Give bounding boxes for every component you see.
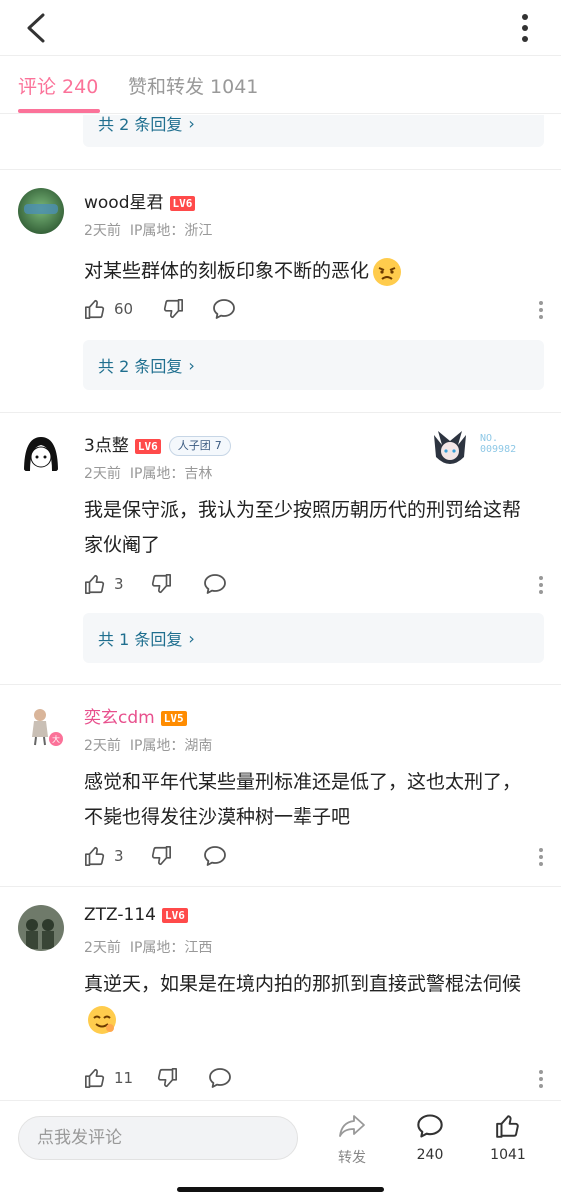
like-button[interactable]: 3	[84, 573, 124, 595]
like-count: 3	[114, 575, 124, 593]
thumbs-up-icon	[85, 299, 105, 319]
tab-likes-reposts[interactable]: 赞和转发 1041	[128, 72, 258, 99]
thumbs-up-icon	[85, 1068, 105, 1088]
fan-group-badge[interactable]: 人子团 7	[168, 436, 231, 456]
replies-label: 共 2 条回复	[98, 115, 183, 134]
tab-bar: 评论 240 赞和转发 1041	[0, 56, 561, 114]
comment-item: 大 奕玄cdm LV5 2天前 IP属地：湖南 感觉和平年代某些量刑标准还是低了，…	[0, 685, 561, 886]
replies-link[interactable]: 共 2 条回复 ›	[83, 340, 544, 390]
fan-number-badge: NO. 009982	[428, 427, 528, 467]
comment-text: 感觉和平年代某些量刑标准还是低了，这也太刑了，不毙也得发往沙漠种树一辈子吧	[84, 771, 522, 828]
thumbs-up-icon	[85, 574, 105, 594]
like-count: 11	[114, 1069, 134, 1087]
dislike-button[interactable]	[150, 845, 172, 867]
speech-bubble-icon	[204, 574, 226, 594]
comment-actions: 3	[84, 845, 544, 871]
comment-actions: 60	[84, 298, 544, 324]
thumbs-down-icon	[151, 574, 171, 594]
svg-text:大: 大	[52, 734, 60, 744]
level-badge: LV6	[161, 907, 188, 923]
top-bar	[0, 0, 561, 56]
comment-meta: 2天前 IP属地：浙江	[84, 223, 213, 239]
more-dots-icon[interactable]	[538, 847, 544, 867]
comment-meta: 2天前 IP属地：江西	[84, 940, 213, 956]
thumbs-up-icon	[85, 846, 105, 866]
smirk-face-emoji	[88, 1005, 116, 1034]
replies-label: 共 2 条回复	[98, 357, 183, 376]
share-arrow-icon	[339, 1115, 365, 1137]
character-badge-icon	[434, 431, 466, 464]
chevron-left-icon	[27, 13, 45, 43]
username[interactable]: 奕玄cdm LV5	[84, 703, 187, 728]
avatar[interactable]	[18, 431, 64, 477]
like-button[interactable]: 60	[84, 298, 133, 320]
reply-button[interactable]	[203, 573, 227, 595]
avatar[interactable]	[18, 188, 64, 234]
comment-meta: 2天前 IP属地：吉林	[84, 466, 213, 482]
comment-meta: 2天前 IP属地：湖南	[84, 738, 213, 754]
comment-actions: 11	[84, 1067, 544, 1093]
chevron-right-icon: ›	[188, 115, 195, 133]
back-button[interactable]	[18, 10, 54, 46]
comment-input[interactable]: 点我发评论	[18, 1116, 298, 1160]
more-dots-icon[interactable]	[538, 300, 544, 320]
chevron-right-icon: ›	[188, 628, 195, 648]
active-tab-indicator	[18, 109, 100, 113]
username[interactable]: 3点整 LV6 人子团 7	[84, 431, 231, 456]
like-button[interactable]: 3	[84, 845, 124, 867]
more-dots-icon[interactable]	[538, 1069, 544, 1089]
replies-link[interactable]: 共 2 条回复 ›	[83, 115, 544, 147]
level-badge: LV5	[160, 710, 187, 726]
comment-item: wood星君 LV6 2天前 IP属地：浙江 对某些群体的刻板印象不断的恶化 60…	[0, 170, 561, 413]
username[interactable]: ZTZ-114 LV6	[84, 905, 188, 925]
thumbs-down-icon	[151, 846, 171, 866]
speech-bubble-icon	[204, 846, 226, 866]
avatar[interactable]	[18, 905, 64, 951]
share-button[interactable]: 转发	[322, 1113, 382, 1167]
dislike-button[interactable]	[162, 298, 184, 320]
level-badge: LV6	[169, 195, 196, 211]
username[interactable]: wood星君 LV6	[84, 188, 196, 213]
comment-actions: 3	[84, 573, 544, 599]
reply-button[interactable]	[208, 1067, 232, 1089]
annoyed-face-emoji	[373, 257, 402, 286]
comment-text: 我是保守派，我认为至少按照历朝历代的刑罚给这帮家伙阉了	[84, 499, 522, 556]
like-count: 3	[114, 847, 124, 865]
replies-label: 共 1 条回复	[98, 630, 183, 649]
more-dots-icon[interactable]	[538, 575, 544, 595]
like-button[interactable]: 11	[84, 1067, 133, 1089]
comments-button[interactable]: 240	[400, 1113, 460, 1163]
chevron-right-icon: ›	[188, 355, 195, 375]
thumbs-up-icon	[496, 1115, 519, 1138]
comment-text: 真逆天，如果是在境内拍的那抓到直接武警棍法伺候	[84, 967, 534, 1037]
comment-list[interactable]: 共 2 条回复 › wood星君 LV6 2天前 IP属地：浙江 对某些群体的刻板印…	[0, 115, 561, 1100]
like-post-button[interactable]: 1041	[478, 1113, 538, 1163]
like-count: 60	[114, 300, 134, 318]
vertical-dots-icon	[522, 14, 528, 42]
reply-button[interactable]	[203, 845, 227, 867]
speech-bubble-icon	[213, 299, 235, 319]
comment-text: 对某些群体的刻板印象不断的恶化	[84, 254, 534, 289]
thumbs-down-icon	[157, 1068, 177, 1088]
tab-comments[interactable]: 评论 240	[18, 72, 98, 99]
avatar[interactable]: 大	[18, 703, 64, 749]
comment-item: 3点整 LV6 人子团 7 NO. 009982 2天前 IP属地：吉林 我是保守派，我…	[0, 413, 561, 684]
speech-bubble-icon	[417, 1114, 443, 1138]
more-options-button[interactable]	[507, 10, 543, 46]
replies-link[interactable]: 共 1 条回复 ›	[83, 613, 544, 663]
thumbs-down-icon	[163, 299, 183, 319]
dislike-button[interactable]	[156, 1067, 178, 1089]
bottom-action-bar: 点我发评论 转发 240 1041	[0, 1100, 561, 1200]
dislike-button[interactable]	[150, 573, 172, 595]
speech-bubble-icon	[209, 1068, 231, 1088]
home-indicator	[177, 1187, 384, 1192]
reply-button[interactable]	[212, 298, 236, 320]
comment-item: ZTZ-114 LV6 2天前 IP属地：江西 真逆天，如果是在境内拍的那抓到直接…	[0, 887, 561, 1100]
level-badge: LV6	[134, 438, 161, 454]
